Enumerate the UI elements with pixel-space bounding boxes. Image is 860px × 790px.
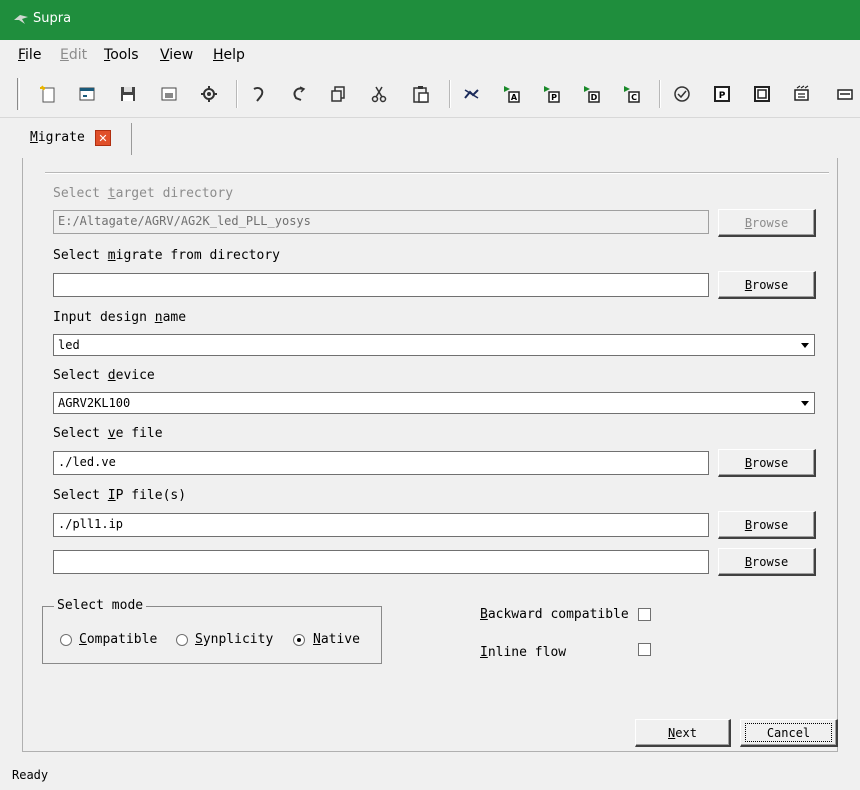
paste-icon[interactable]	[409, 82, 433, 106]
svg-text:P: P	[719, 91, 726, 101]
window-title: Supra	[33, 11, 72, 26]
title-bar: Supra	[0, 0, 860, 40]
inline-flow-label[interactable]: Inline flow	[480, 645, 566, 660]
target-dir-label: Select target directory	[53, 186, 234, 201]
mode-native-radio[interactable]	[293, 634, 305, 646]
settings-icon[interactable]	[197, 82, 221, 106]
ip-files-label: Select IP file(s)	[53, 488, 187, 503]
d-panel-icon[interactable]	[750, 82, 774, 106]
check-icon[interactable]	[670, 82, 694, 106]
save-as-icon[interactable]	[157, 82, 181, 106]
design-name-label: Input design name	[53, 310, 187, 325]
menu-help[interactable]: Help	[213, 47, 245, 63]
divider	[45, 172, 829, 174]
svg-text:A: A	[511, 93, 518, 102]
next-button[interactable]: Next	[635, 719, 731, 747]
tab-migrate[interactable]: Migrate ✕	[22, 123, 132, 155]
backward-compatible-checkbox[interactable]	[638, 608, 651, 621]
run-c-icon[interactable]: C	[620, 82, 644, 106]
mode-compatible-label[interactable]: Compatible	[79, 632, 157, 647]
design-name-combo[interactable]: led	[53, 334, 815, 356]
copy-icon[interactable]	[326, 82, 350, 106]
mode-compatible-radio[interactable]	[60, 634, 72, 646]
ip-file-1-browse-button[interactable]: Browse	[718, 511, 816, 539]
svg-text:C: C	[631, 93, 637, 102]
status-text: Ready	[12, 768, 49, 782]
chevron-down-icon[interactable]	[798, 338, 812, 352]
mode-native-label[interactable]: Native	[313, 632, 360, 647]
toolbar-separator	[236, 80, 238, 108]
chip-icon[interactable]	[790, 82, 814, 106]
supra-logo-icon	[14, 15, 28, 24]
svg-text:P: P	[551, 93, 557, 102]
tab-strip: Migrate ✕	[0, 118, 860, 158]
menu-bar: File Edit Tools View Help	[0, 40, 860, 70]
ve-file-input[interactable]: ./led.ve	[53, 451, 709, 475]
save-icon[interactable]	[116, 82, 140, 106]
ve-file-label: Select ve file	[53, 426, 163, 441]
toolbar: A P D C P	[0, 70, 860, 118]
status-bar: Ready	[0, 756, 860, 790]
menu-file[interactable]: File	[18, 47, 41, 63]
toolbar-separator	[659, 80, 661, 108]
migrate-from-input[interactable]	[53, 273, 709, 297]
mode-group-legend: Select mode	[54, 598, 147, 613]
ip-file-input-2[interactable]	[53, 550, 709, 574]
close-tab-icon[interactable]: ✕	[95, 130, 111, 146]
new-project-icon[interactable]	[36, 82, 60, 106]
migrate-from-browse-button[interactable]: Browse	[718, 271, 816, 299]
menu-view[interactable]: View	[160, 47, 193, 63]
chevron-down-icon[interactable]	[798, 396, 812, 410]
open-project-icon[interactable]	[75, 82, 99, 106]
run-d-icon[interactable]: D	[580, 82, 604, 106]
device-value: AGRV2KL100	[58, 396, 131, 410]
mode-synplicity-label[interactable]: Synplicity	[195, 632, 273, 647]
run-p-icon[interactable]: P	[540, 82, 564, 106]
compile-icon[interactable]	[460, 82, 484, 106]
device-label: Select device	[53, 368, 155, 383]
svg-text:D: D	[591, 93, 598, 102]
design-name-value: led	[58, 338, 80, 352]
more-icon[interactable]	[834, 82, 858, 106]
menu-edit[interactable]: Edit	[60, 47, 87, 63]
device-combo[interactable]: AGRV2KL100	[53, 392, 815, 414]
run-a-icon[interactable]: A	[500, 82, 524, 106]
ip-file-2-browse-button[interactable]: Browse	[718, 548, 816, 576]
redo-icon[interactable]	[286, 82, 310, 106]
toolbar-separator	[449, 80, 451, 108]
inline-flow-checkbox[interactable]	[638, 643, 651, 656]
toolbar-grip[interactable]	[17, 78, 20, 110]
p-panel-icon[interactable]: P	[710, 82, 734, 106]
backward-compatible-label[interactable]: Backward compatible	[480, 607, 629, 622]
menu-tools[interactable]: Tools	[104, 47, 139, 63]
tab-migrate-label: Migrate	[30, 130, 85, 145]
target-dir-input: E:/Altagate/AGRV/AG2K_led_PLL_yosys	[53, 210, 709, 234]
cancel-button[interactable]: Cancel	[740, 719, 838, 747]
target-dir-browse-button: Browse	[718, 209, 816, 237]
migrate-from-label: Select migrate from directory	[53, 248, 280, 263]
undo-icon[interactable]	[247, 82, 271, 106]
mode-synplicity-radio[interactable]	[176, 634, 188, 646]
ip-file-input-1[interactable]: ./pll1.ip	[53, 513, 709, 537]
ve-file-browse-button[interactable]: Browse	[718, 449, 816, 477]
cut-icon[interactable]	[367, 82, 391, 106]
